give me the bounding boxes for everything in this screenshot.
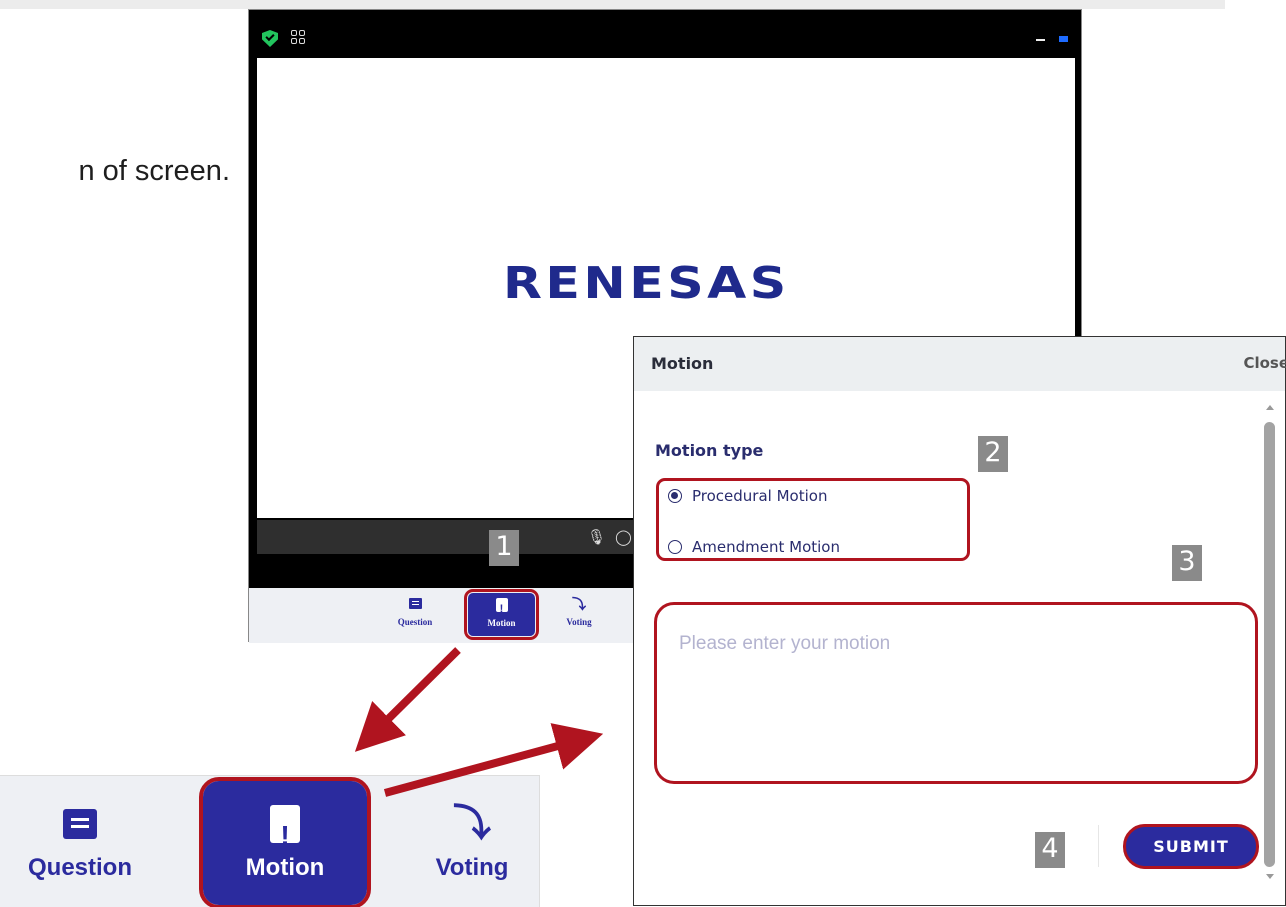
- motion-panel: Motion Close Motion type Procedural Moti…: [633, 336, 1286, 906]
- instruction-text-label: n of screen.: [78, 155, 230, 187]
- nav-voting[interactable]: ⤵ Voting: [544, 592, 614, 640]
- zoom-nav-voting[interactable]: ⤵ Voting: [417, 794, 527, 882]
- renesas-logo: RENESAS: [503, 258, 790, 309]
- chat-icon[interactable]: ◯: [615, 528, 632, 546]
- callout-badge-1: 1: [489, 530, 519, 566]
- nav-voting-label: Voting: [566, 617, 592, 627]
- shield-icon: [262, 30, 278, 47]
- scroll-down-icon[interactable]: [1266, 874, 1274, 879]
- top-strip: [0, 0, 1225, 9]
- callout-badge-2: 2: [978, 436, 1008, 472]
- panel-title: Motion: [651, 354, 714, 373]
- nav-motion[interactable]: Motion: [464, 589, 539, 640]
- motion-textarea[interactable]: [679, 633, 1233, 753]
- grid-icon[interactable]: [291, 30, 306, 45]
- radio-procedural-label: Procedural Motion: [692, 487, 828, 505]
- radio-procedural-motion[interactable]: Procedural Motion: [668, 487, 827, 507]
- motion-icon: [495, 597, 508, 621]
- radio-amendment-label: Amendment Motion: [692, 538, 840, 556]
- radio-amendment-motion[interactable]: Amendment Motion: [668, 538, 840, 558]
- zoom-question-icon: [63, 808, 97, 839]
- title-bar: [249, 10, 1081, 58]
- submit-button[interactable]: SUBMIT: [1123, 824, 1259, 869]
- zoom-voting-gavel-icon: ⤵: [452, 803, 491, 845]
- zoom-voting-label: Voting: [435, 854, 509, 881]
- zoom-nav-motion[interactable]: Motion: [199, 777, 371, 907]
- instruction-text: n of screen.: [0, 155, 230, 195]
- arrow-to-zoom: [354, 647, 461, 752]
- maximize-icon[interactable]: [1059, 36, 1068, 42]
- zoom-motion-icon: [270, 804, 300, 866]
- mic-settings-icon[interactable]: 🎙: [587, 528, 606, 546]
- callout-badge-4: 4: [1035, 832, 1065, 868]
- zoom-nav-question[interactable]: Question: [20, 794, 140, 882]
- nav-question-label: Question: [397, 617, 433, 627]
- motion-type-label: Motion type: [655, 441, 764, 460]
- callout-badge-3: 3: [1172, 545, 1202, 581]
- radio-checked-icon[interactable]: [668, 489, 682, 503]
- scrollbar-thumb[interactable]: [1264, 422, 1275, 867]
- voting-gavel-icon: ⤵: [572, 596, 586, 612]
- footer-divider: [1098, 825, 1099, 867]
- panel-header: Motion Close: [634, 337, 1286, 391]
- nav-question[interactable]: Question: [380, 592, 450, 640]
- minimize-icon[interactable]: [1036, 39, 1045, 41]
- zoom-question-label: Question: [27, 854, 132, 881]
- motion-text-field: [654, 602, 1258, 784]
- close-button[interactable]: Close: [1243, 354, 1286, 372]
- motion-type-radio-group: Procedural Motion Amendment Motion: [656, 478, 970, 561]
- question-icon: [408, 598, 422, 610]
- scroll-up-icon[interactable]: [1266, 405, 1274, 410]
- zoom-inset-nav: Question Motion ⤵ Voting: [0, 775, 540, 907]
- radio-unchecked-icon[interactable]: [668, 540, 682, 554]
